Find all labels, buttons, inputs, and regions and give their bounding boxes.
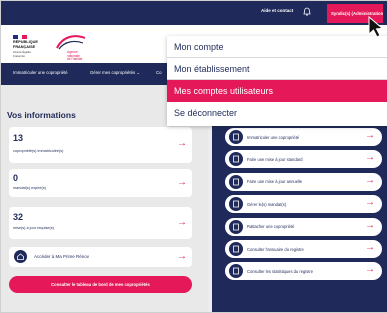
stats-icon xyxy=(229,264,243,279)
link-icon xyxy=(229,219,243,234)
flag-icon xyxy=(13,35,28,39)
stat-label: mandat(s) expiré(s) xyxy=(13,186,46,190)
menu-item-mon-compte[interactable]: Mon compte xyxy=(167,36,387,58)
menu-item-mes-comptes-utilisateurs[interactable]: Mes comptes utilisateurs xyxy=(167,80,387,102)
stat-label: copropriété(s) immatriculée(s) xyxy=(13,149,64,153)
building-icon xyxy=(229,130,243,144)
arrow-right-icon: → xyxy=(365,197,375,209)
bell-icon[interactable] xyxy=(303,7,311,16)
arrow-right-icon: → xyxy=(365,174,375,186)
nav-item-more[interactable]: Co xyxy=(156,70,162,75)
action-pill[interactable]: Consulter l'annuaire du registre → xyxy=(225,240,382,258)
nav-item-immatriculer[interactable]: Immatriculer une copropriété xyxy=(13,70,68,75)
action-pill[interactable]: Faire une mise à jour standard → xyxy=(225,150,382,169)
nav-item-gerer[interactable]: Gérer mes copropriétés ⌄ xyxy=(90,70,140,76)
action-pill[interactable]: Consulter les statistiques du registre → xyxy=(225,262,382,281)
stat-value: 0 xyxy=(13,173,19,183)
app-window: Aide et contact Syndic(s) (Administratio… xyxy=(0,0,388,313)
anah-line3: de l'habitat xyxy=(67,57,83,62)
arrow-right-icon: → xyxy=(177,251,187,262)
menu-item-mon-etablissement[interactable]: Mon établissement xyxy=(167,58,387,80)
action-pill[interactable]: Faire une mise à jour annuelle → xyxy=(225,172,382,191)
arrow-right-icon: → xyxy=(365,130,375,141)
arrow-right-icon: → xyxy=(365,219,375,231)
prime-renov-card[interactable]: Accéder à Ma Prime Rénov → xyxy=(9,247,192,267)
action-label: Consulter l'annuaire du registre xyxy=(247,246,304,252)
stat-label: mise(s) à jour requise(s) xyxy=(13,226,54,230)
rf-line1: RÉPUBLIQUE xyxy=(13,40,38,44)
arrow-right-icon: → xyxy=(177,138,187,149)
stat-card-mandats[interactable]: 0 mandat(s) expiré(s) → xyxy=(9,169,192,197)
help-contact-link[interactable]: Aide et contact xyxy=(261,8,293,13)
action-pill[interactable]: Gérer le(s) mandat(s) → xyxy=(225,195,382,214)
arrow-right-icon: → xyxy=(177,177,187,188)
prime-renov-label: Accéder à Ma Prime Rénov xyxy=(34,254,90,259)
action-pill[interactable]: Rattacher une copropriété → xyxy=(225,217,382,236)
stat-card-mises-a-jour[interactable]: 32 mise(s) à jour requise(s) → xyxy=(9,207,192,239)
action-label: Rattacher une copropriété xyxy=(247,224,295,230)
rf-line2: FRANÇAISE xyxy=(13,45,36,50)
dashboard-button[interactable]: Consulter le tableau de bord de mes copr… xyxy=(9,276,192,293)
mouse-cursor-icon xyxy=(368,15,384,38)
anah-wordmark: Agence nationale de l'habitat xyxy=(67,50,83,62)
menu-item-se-deconnecter[interactable]: Se déconnecter xyxy=(167,102,387,124)
arrow-right-icon: → xyxy=(365,152,375,164)
rf-motto: Liberté Égalité Fraternité xyxy=(13,50,31,59)
action-label: Consulter les statistiques du registre xyxy=(247,268,313,274)
update-icon xyxy=(229,152,243,167)
top-utility-bar: Aide et contact Syndic(s) (Administratio… xyxy=(1,1,387,25)
house-icon xyxy=(14,250,27,263)
document-icon xyxy=(229,197,243,212)
directory-icon xyxy=(229,242,243,256)
stat-card-immatriculees[interactable]: 13 copropriété(s) immatriculée(s) → xyxy=(9,127,192,163)
action-label: Faire une mise à jour annuelle xyxy=(247,179,303,185)
arrow-right-icon: → xyxy=(365,264,375,276)
action-label: Immatriculer une copropriété xyxy=(247,134,300,140)
action-pill[interactable]: Immatriculer une copropriété → xyxy=(225,128,382,146)
arrow-right-icon: → xyxy=(177,217,187,228)
info-title: Vos informations xyxy=(7,110,76,120)
anah-swoosh-icon xyxy=(56,35,86,50)
arrow-right-icon: → xyxy=(365,242,375,253)
action-label: Faire une mise à jour standard xyxy=(247,156,303,162)
anah-logo[interactable]: Agence nationale de l'habitat xyxy=(55,34,87,62)
republique-francaise-logo[interactable]: RÉPUBLIQUE FRANÇAISE Liberté Égalité Fra… xyxy=(13,35,43,59)
account-dropdown-menu: Mon compte Mon établissement Mes comptes… xyxy=(167,36,387,126)
stat-value: 32 xyxy=(13,212,24,222)
calendar-icon xyxy=(229,174,243,189)
stat-value: 13 xyxy=(13,133,24,143)
action-label: Gérer le(s) mandat(s) xyxy=(247,201,287,207)
